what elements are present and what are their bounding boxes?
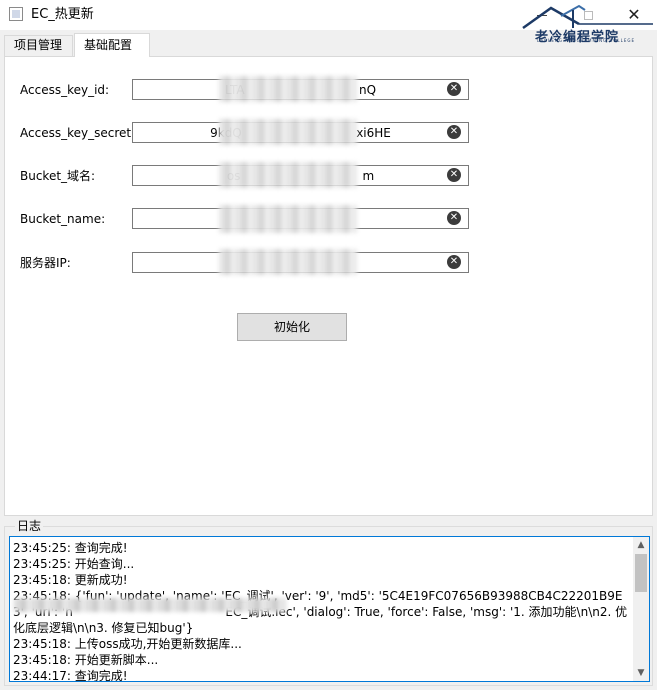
logo-subtext: LAOLENG PROGRAMMING COLLEGE [537,38,636,43]
privacy-blur [219,205,357,233]
close-icon: ✕ [627,5,641,24]
log-line: 23:45:18: 更新成功! [13,573,128,587]
app-icon [9,7,23,21]
maximize-button[interactable] [565,0,611,30]
tab-basic-config[interactable]: 基础配置 [74,33,150,57]
scroll-down-icon[interactable]: ▼ [633,665,649,681]
bucket-name-clear-icon[interactable]: ✕ [447,211,461,225]
log-line: 23:45:18: 开始更新脚本... [13,653,159,667]
access-key-secret-clear-icon[interactable]: ✕ [447,125,461,139]
privacy-blur [219,249,357,275]
bucket-name-label: Bucket_name: [20,212,106,226]
privacy-blur [219,76,357,102]
privacy-blur [219,119,357,145]
log-line: 23:45:25: 开始查询... [13,557,135,571]
bucket-domain-clear-icon[interactable]: ✕ [447,168,461,182]
scroll-thumb[interactable] [635,554,647,592]
log-line: 23:45:18: {'fun': 'update', 'name': 'EC_… [13,589,628,635]
initialize-button[interactable]: 初始化 [237,313,347,341]
window-title: EC_热更新 [31,7,94,22]
server-ip-clear-icon[interactable]: ✕ [447,255,461,269]
log-line: 23:45:25: 查询完成! [13,541,128,555]
config-panel: Access_key_id: ✕ Access_key_secret: ✕ Bu… [4,56,653,516]
bucket-domain-label: Bucket_域名: [20,169,96,183]
scroll-up-icon[interactable]: ▲ [633,537,649,553]
minimize-button[interactable] [519,0,565,30]
log-line: 23:45:18: 上传oss成功,开始更新数据库... [13,637,242,651]
log-title: 日志 [15,519,44,533]
title-bar: EC_热更新 ✕ [0,0,657,30]
access-key-secret-label: Access_key_secret: [20,126,136,140]
access-key-id-label: Access_key_id: [20,83,110,97]
privacy-blur [219,162,357,188]
privacy-blur [14,598,286,612]
log-line: 23:44:17: 查询完成! [13,669,128,682]
tab-project-management[interactable]: 项目管理 [4,35,73,56]
access-key-id-clear-icon[interactable]: ✕ [447,82,461,96]
close-button[interactable]: ✕ [611,0,657,30]
log-scrollbar[interactable]: ▲ ▼ [633,537,649,681]
server-ip-label: 服务器IP: [20,256,71,270]
